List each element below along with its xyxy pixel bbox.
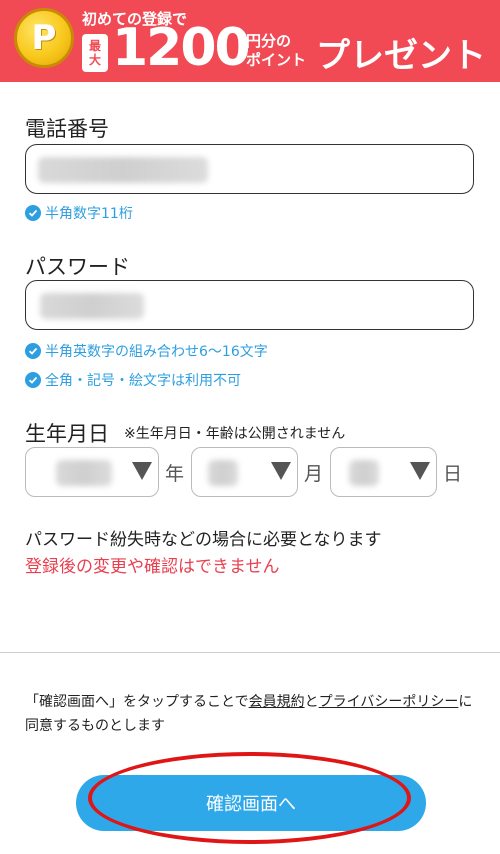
password-hint-2-text: 全角・記号・絵文字は利用不可 xyxy=(45,373,241,389)
masked-password-value xyxy=(40,293,144,319)
day-unit: 日 xyxy=(443,463,463,485)
no-change-warning: 登録後の変更や確認はできません xyxy=(25,557,280,577)
terms-of-service-link[interactable]: 会員規約 xyxy=(249,694,305,710)
triangle-down-icon xyxy=(271,462,291,480)
birthday-label: 生年月日 xyxy=(25,422,109,446)
birth-month-select[interactable] xyxy=(191,447,298,497)
masked-year-value xyxy=(56,460,112,486)
password-hint-2: 全角・記号・絵文字は利用不可 xyxy=(25,370,241,390)
banner-amount: 1200 xyxy=(112,18,251,78)
check-circle-icon xyxy=(25,343,41,359)
terms-prefix: 「確認画面へ」をタップすることで xyxy=(25,694,249,710)
terms-agreement: 「確認画面へ」をタップすることで会員規約とプライバシーポリシーに同意するものとし… xyxy=(25,690,485,738)
phone-hint-text: 半角数字11桁 xyxy=(45,206,133,222)
check-circle-icon xyxy=(25,372,41,388)
privacy-policy-link[interactable]: プライバシーポリシー xyxy=(319,694,459,710)
check-circle-icon xyxy=(25,205,41,221)
phone-label: 電話番号 xyxy=(25,117,109,141)
year-unit: 年 xyxy=(165,463,185,485)
password-input[interactable] xyxy=(25,280,474,330)
max-badge: 最 大 xyxy=(82,34,108,72)
phone-input[interactable] xyxy=(25,144,474,194)
month-unit: 月 xyxy=(304,463,324,485)
section-divider xyxy=(0,652,500,653)
banner-unit-line1: 円分の xyxy=(246,32,292,50)
badge-top: 最 xyxy=(88,39,101,53)
password-hint-1-text: 半角英数字の組み合わせ6〜16文字 xyxy=(45,344,268,360)
point-coin-icon: P xyxy=(14,8,74,68)
masked-phone-value xyxy=(38,157,208,183)
birth-day-select[interactable] xyxy=(330,447,437,497)
password-hint-1: 半角英数字の組み合わせ6〜16文字 xyxy=(25,341,268,361)
banner-unit-line2: ポイント xyxy=(246,51,307,69)
promo-banner[interactable]: P 初めての登録で 最 大 1200 円分の ポイント プレゼント xyxy=(0,0,500,82)
terms-conjunction: と xyxy=(304,694,319,710)
masked-day-value xyxy=(349,460,379,486)
birth-year-select[interactable] xyxy=(25,447,159,497)
badge-bottom: 大 xyxy=(88,53,101,67)
banner-unit: 円分の ポイント xyxy=(246,32,306,70)
confirm-button[interactable]: 確認画面へ xyxy=(76,775,426,831)
password-label: パスワード xyxy=(25,255,130,279)
banner-present: プレゼント xyxy=(316,36,486,76)
phone-hint: 半角数字11桁 xyxy=(25,203,133,223)
birthday-privacy-note: ※生年月日・年齢は公開されません xyxy=(124,426,346,442)
triangle-down-icon xyxy=(410,462,430,480)
coin-letter: P xyxy=(31,18,57,58)
password-recovery-notice: パスワード紛失時などの場合に必要となります xyxy=(25,530,382,550)
triangle-down-icon xyxy=(132,462,152,480)
masked-month-value xyxy=(208,460,238,486)
